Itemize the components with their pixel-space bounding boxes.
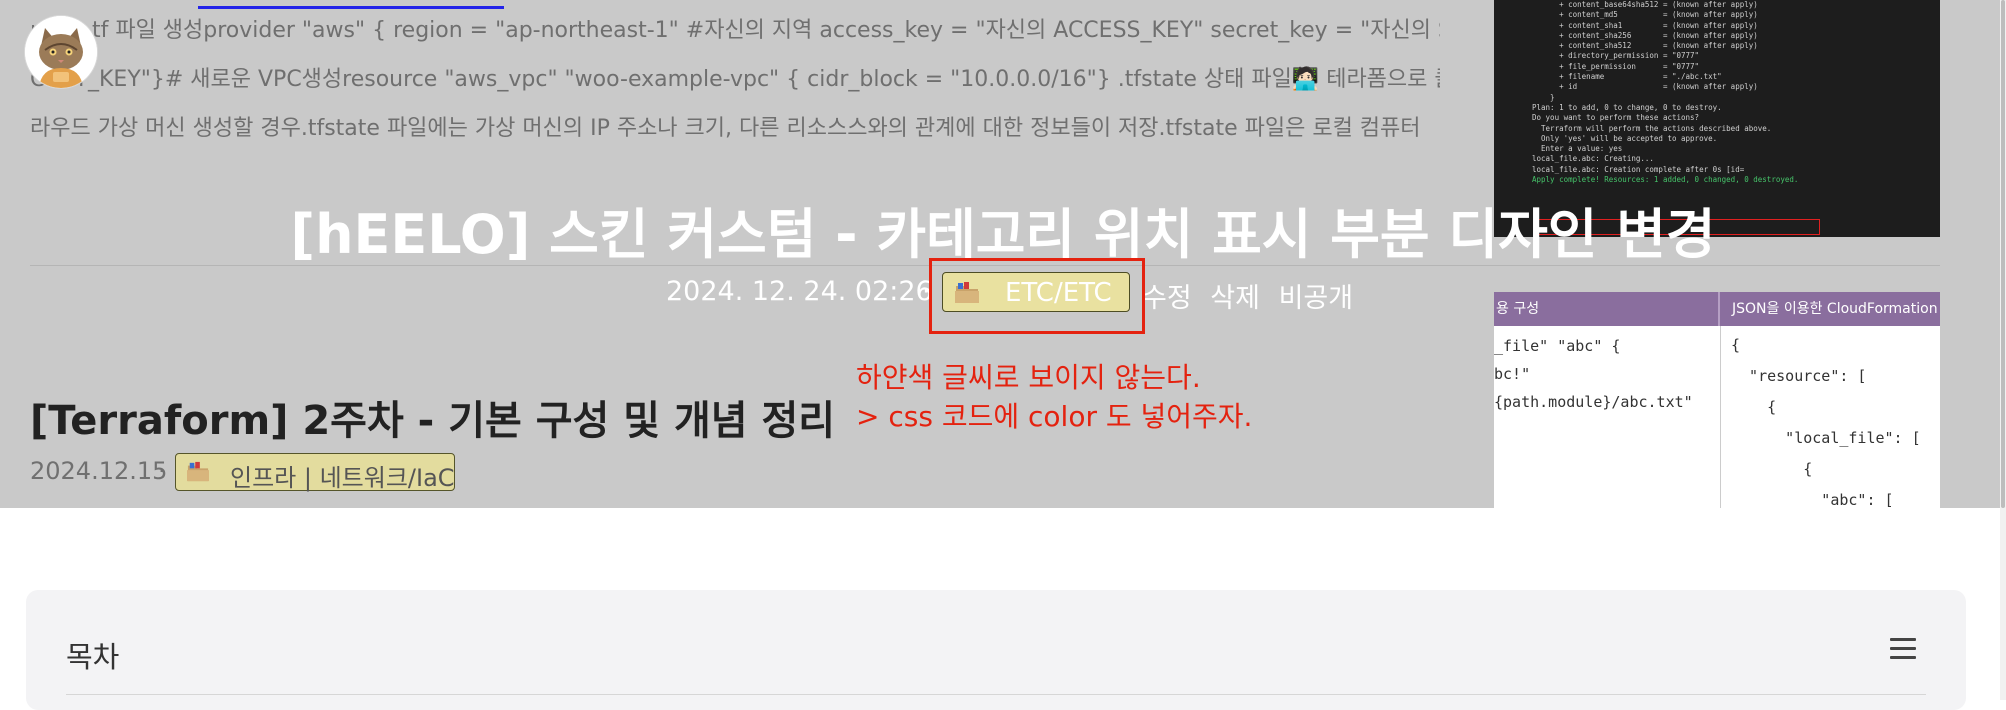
excerpt-line-1: main.tf 파일 생성provider "aws" { region = "… xyxy=(30,18,1440,43)
post-header-overlay: main.tf 파일 생성provider "aws" { region = "… xyxy=(0,0,2000,508)
terminal-enter-value-line: Enter a value: yes xyxy=(1532,144,1623,154)
terminal-line: + directory_permission = "0777" xyxy=(1532,51,1700,61)
terminal-plan-line: Plan: 1 to add, 0 to change, 0 to destro… xyxy=(1532,102,1722,112)
terminal-line: local_file.abc: Creation complete after … xyxy=(1532,164,1745,174)
terminal-line: + file_permission = "0777" xyxy=(1532,61,1700,71)
terminal-line: + id = (known after apply) xyxy=(1532,82,1758,92)
scrollbar-thumb[interactable] xyxy=(2001,0,2005,508)
post-actions: 수정 삭제 비공개 xyxy=(1142,276,1363,315)
terminal-line: + content_sha512 = (known after apply) xyxy=(1532,41,1758,51)
related-category-label: 인프라 | 네트워크/IaC xyxy=(230,464,455,492)
terminal-line: Terraform will perform the actions descr… xyxy=(1532,123,1772,133)
annotation-line-2: > css 코드에 color 도 넣어주자. xyxy=(856,400,1253,433)
excerpt-line-3: 라우드 가상 머신 생성할 경우.tfstate 파일에는 가상 머신의 IP … xyxy=(30,116,1421,141)
related-post-date: 2024.12.15 xyxy=(30,457,168,485)
terminal-line: } xyxy=(1532,92,1555,102)
edit-link[interactable]: 수정 xyxy=(1142,283,1192,314)
compare-left-code: _file" "abc" { bc!" {path.module}/abc.tx… xyxy=(1494,326,1721,508)
toc-divider xyxy=(66,694,1926,695)
toc-title: 목차 xyxy=(66,640,120,674)
terminal-line: Only 'yes' will be accepted to approve. xyxy=(1532,133,1718,143)
delete-link[interactable]: 삭제 xyxy=(1210,283,1260,314)
compare-right-code: { "resource": [ { "local_file": [ { "abc… xyxy=(1731,336,1921,508)
terminal-line: Do you want to perform these actions? xyxy=(1532,113,1700,123)
hamburger-menu-icon[interactable] xyxy=(1890,638,1916,660)
terminal-line: local_file.abc: Creating... xyxy=(1532,154,1654,164)
related-category-badge[interactable]: 인프라 | 네트워크/IaC xyxy=(175,453,455,492)
post-date: 2024. 12. 24. 02:26 xyxy=(666,276,933,307)
background-post-excerpt: main.tf 파일 생성provider "aws" { region = "… xyxy=(30,6,1440,153)
terminal-line: + content_sha256 = (known after apply) xyxy=(1532,30,1758,40)
terminal-line: + content_sha1 = (known after apply) xyxy=(1532,20,1758,30)
terminal-line: + filename = "./abc.txt" xyxy=(1532,72,1722,82)
annotation-highlight-box xyxy=(929,258,1145,334)
blog-avatar[interactable] xyxy=(25,16,97,88)
excerpt-line-2: CRET_KEY"}# 새로운 VPC생성resource "aws_vpc" … xyxy=(30,67,1440,92)
terminal-line: + content_md5 = (known after apply) xyxy=(1532,10,1758,20)
table-of-contents: 목차 xyxy=(26,590,1966,710)
annotation-note: 하얀색 글씨로 보이지 않는다. > css 코드에 color 도 넣어주자. xyxy=(856,358,1252,436)
cat-avatar-icon xyxy=(25,16,97,88)
meta-separator: · xyxy=(158,457,166,485)
terminal-apply-complete-line: Apply complete! Resources: 1 added, 0 ch… xyxy=(1532,175,1799,185)
json-compare-screenshot: 용 구성 JSON을 이용한 CloudFormation _file" "ab… xyxy=(1494,292,1940,508)
link-underline xyxy=(198,6,504,9)
related-post-title[interactable]: [Terraform] 2주차 - 기본 구성 및 개념 정리 xyxy=(30,388,835,446)
folder-icon xyxy=(186,461,210,487)
private-link[interactable]: 비공개 xyxy=(1279,283,1354,314)
terminal-line: + content_base64sha512 = (known after ap… xyxy=(1532,0,1758,9)
annotation-line-1: 하얀색 글씨로 보이지 않는다. xyxy=(856,361,1201,394)
